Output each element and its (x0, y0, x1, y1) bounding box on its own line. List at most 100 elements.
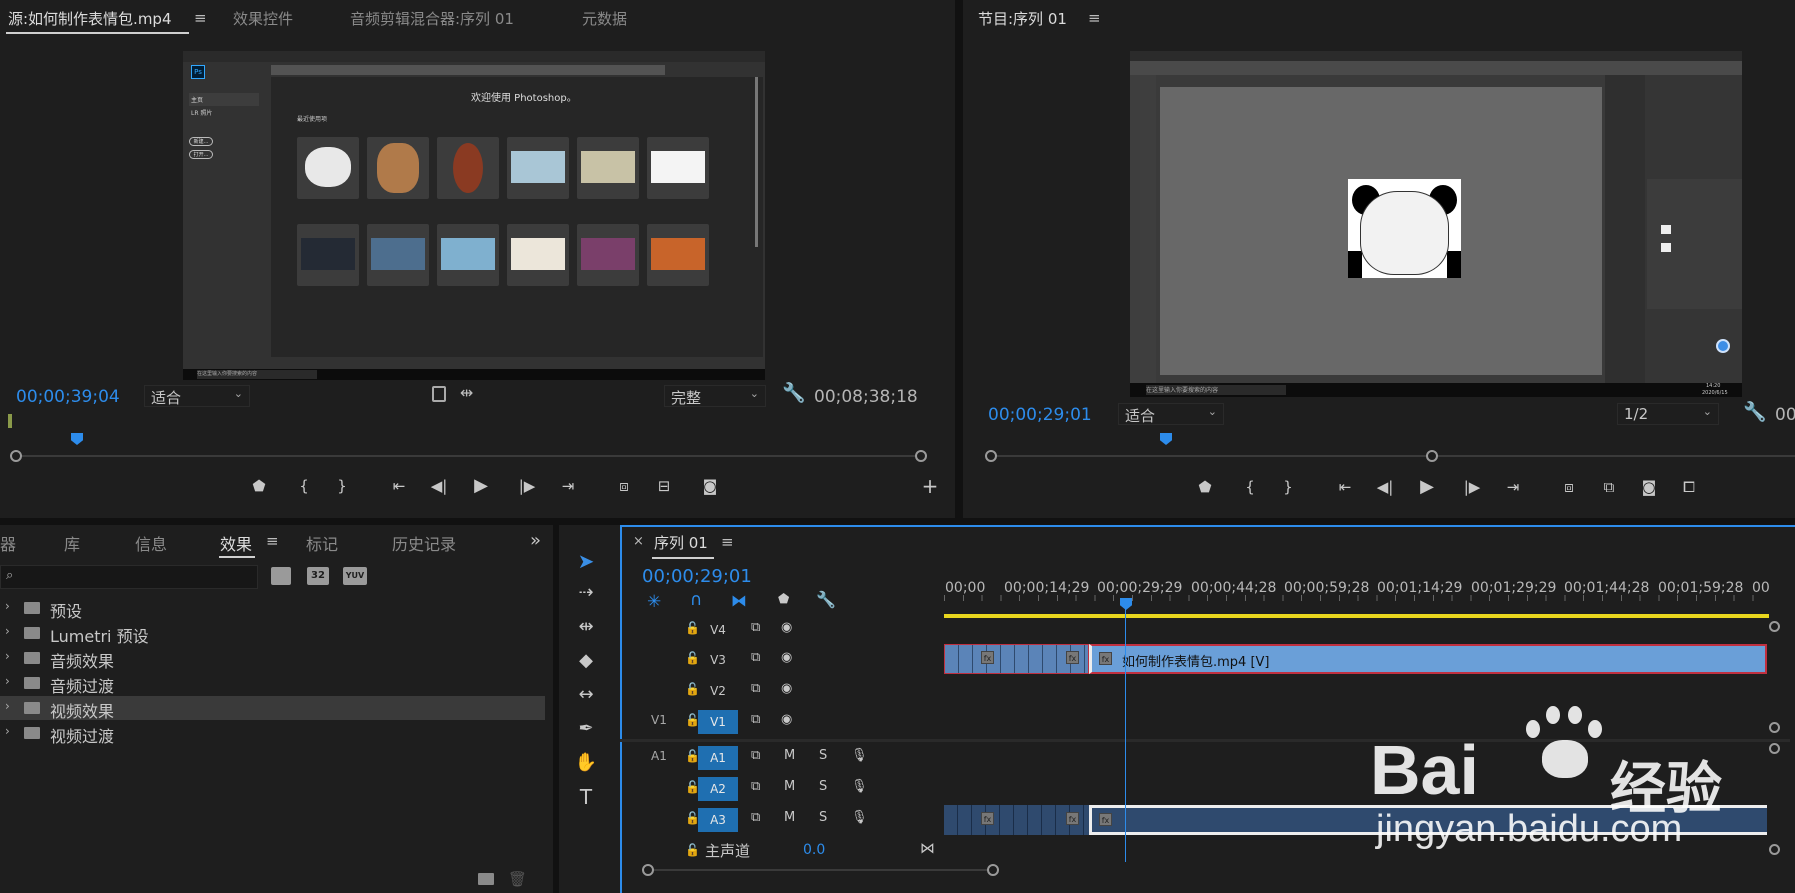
source-menu-icon[interactable]: ≡ (194, 9, 207, 27)
tab-markers[interactable]: 标记 (306, 531, 338, 555)
solo-button[interactable]: S (819, 810, 827, 825)
sync-lock-icon[interactable]: ⧉ (751, 748, 760, 763)
button-editor-plus-icon[interactable]: + (918, 476, 942, 496)
tab-source[interactable]: 源:如何制作表情包.mp4 (8, 8, 172, 29)
timeline-settings-wrench-icon[interactable]: 🔧 (816, 590, 836, 609)
export-frame-icon[interactable]: ◙ (1637, 477, 1661, 497)
source-zoom-handle-left[interactable] (10, 450, 22, 462)
chevron-right-icon[interactable]: › (5, 599, 10, 613)
sync-lock-icon[interactable]: ⧉ (751, 681, 760, 696)
add-marker-button[interactable]: ⬟ (247, 476, 271, 496)
ripple-edit-tool-icon[interactable]: ⇹ (573, 614, 599, 640)
track-a3[interactable]: 🔓 A3 ⧉ M S 🎙 (620, 805, 944, 835)
source-fit-dropdown[interactable]: 适合 ⌄ (144, 385, 250, 407)
track-label[interactable]: V1 (698, 710, 738, 734)
panel-divider[interactable] (955, 0, 963, 518)
track-a2[interactable]: 🔓 A2 ⧉ M S 🎙 (620, 774, 944, 804)
program-resolution-dropdown[interactable]: 1/2 ⌄ (1617, 403, 1719, 425)
mute-button[interactable]: M (784, 810, 795, 825)
sync-lock-icon[interactable]: ⧉ (751, 620, 760, 635)
delete-icon[interactable]: 🗑 (508, 870, 527, 888)
tab-partial[interactable]: 器 (0, 531, 16, 555)
step-back-button[interactable]: ◀| (427, 476, 451, 496)
chevron-right-icon[interactable]: › (5, 649, 10, 663)
tab-info[interactable]: 信息 (135, 531, 167, 555)
program-timecode[interactable]: 00;00;29;01 (988, 405, 1092, 425)
selection-tool-icon[interactable]: ➤ (573, 548, 599, 574)
drag-audio-only-icon[interactable]: ⇹ (460, 383, 473, 402)
insert-button[interactable]: ⧈ (612, 476, 636, 496)
go-to-in-button[interactable]: ⇤ (387, 476, 411, 496)
new-bin-icon[interactable] (478, 873, 494, 885)
track-v4[interactable]: 🔓 V4 ⧉ ◉ (620, 615, 944, 645)
overwrite-button[interactable]: ⊟ (652, 476, 676, 496)
eye-icon[interactable]: ◉ (781, 712, 792, 727)
effects-search-input[interactable]: ⌕ (0, 565, 258, 589)
tab-sequence[interactable]: 序列 01 (654, 532, 708, 553)
source-patch-a1[interactable]: A1 (651, 749, 667, 763)
track-label[interactable]: A2 (698, 777, 738, 801)
chevron-right-icon[interactable]: › (5, 624, 10, 638)
source-quality-dropdown[interactable]: 完整 ⌄ (664, 385, 766, 407)
program-menu-icon[interactable]: ≡ (1088, 9, 1101, 27)
mute-button[interactable]: M (784, 779, 795, 794)
track-label[interactable]: A1 (698, 746, 738, 770)
panel-overflow-icon[interactable]: » (530, 530, 541, 551)
work-area-bar[interactable] (944, 614, 1769, 618)
solo-button[interactable]: S (819, 748, 827, 763)
drag-video-only-icon[interactable] (432, 386, 446, 402)
comparison-view-icon[interactable]: ⧠ (1677, 477, 1701, 497)
microphone-icon[interactable]: 🎙 (851, 779, 868, 794)
folder-audio-transitions[interactable]: › 音频过渡 (0, 671, 545, 696)
folder-lumetri-presets[interactable]: › Lumetri 预设 (0, 621, 545, 646)
microphone-icon[interactable]: 🎙 (851, 810, 868, 825)
mark-out-button[interactable]: } (1276, 477, 1300, 497)
tab-history[interactable]: 历史记录 (392, 531, 456, 555)
eye-icon[interactable]: ◉ (781, 620, 792, 635)
slip-tool-icon[interactable]: ↔ (573, 682, 599, 708)
track-a1[interactable]: A1 🔓 A1 ⧉ M S 🎙 (620, 743, 944, 773)
sync-lock-icon[interactable]: ⧉ (751, 779, 760, 794)
source-playhead[interactable] (71, 433, 83, 445)
track-label[interactable]: V3 (698, 648, 738, 672)
track-v2[interactable]: 🔓 V2 ⧉ ◉ (620, 676, 944, 706)
tab-effect-controls[interactable]: 效果控件 (233, 8, 293, 29)
mark-out-button[interactable]: } (330, 476, 354, 496)
tab-program[interactable]: 节目:序列 01 (978, 8, 1067, 29)
folder-video-effects[interactable]: › 视频效果 (0, 696, 545, 721)
folder-video-transitions[interactable]: › 视频过渡 (0, 721, 545, 746)
go-to-end-icon[interactable]: ⋈ (920, 839, 935, 857)
source-zoom-handle-right[interactable] (915, 450, 927, 462)
play-button[interactable]: ▶ (469, 476, 493, 496)
settings-wrench-icon[interactable]: 🔧 (782, 381, 806, 404)
video-clip[interactable]: fx 如何制作表情包.mp4 [V] (1089, 644, 1767, 674)
type-tool-icon[interactable]: T (573, 784, 599, 810)
pen-tool-icon[interactable]: ✒ (573, 716, 599, 742)
program-playhead[interactable] (1160, 433, 1172, 445)
timeline-timecode[interactable]: 00;00;29;01 (642, 566, 752, 587)
chevron-right-icon[interactable]: › (5, 674, 10, 688)
source-patch-v1[interactable]: V1 (651, 713, 667, 727)
video-scroll-handle[interactable] (1769, 621, 1780, 632)
add-marker-icon[interactable]: ⬟ (778, 592, 789, 607)
timeline-zoom-bar[interactable] (648, 869, 993, 871)
microphone-icon[interactable]: 🎙 (851, 748, 868, 763)
sync-lock-icon[interactable]: ⧉ (751, 650, 760, 665)
tab-audio-clip-mixer[interactable]: 音频剪辑混合器:序列 01 (350, 8, 514, 29)
track-v3[interactable]: 🔓 V3 ⧉ ◉ (620, 645, 944, 675)
settings-wrench-icon[interactable]: 🔧 (1743, 400, 1767, 423)
step-forward-button[interactable]: |▶ (1460, 477, 1484, 497)
export-frame-icon[interactable]: ◙ (698, 476, 722, 496)
eye-icon[interactable]: ◉ (781, 681, 792, 696)
effects-menu-icon[interactable]: ≡ (266, 532, 279, 550)
nest-sequence-icon[interactable]: ✳ (647, 592, 661, 612)
extract-button[interactable]: ⧉ (1597, 477, 1621, 497)
folder-presets[interactable]: › 预设 (0, 596, 545, 621)
sync-lock-icon[interactable]: ⧉ (751, 810, 760, 825)
folder-audio-effects[interactable]: › 音频效果 (0, 646, 545, 671)
source-timecode[interactable]: 00;00;39;04 (16, 387, 120, 407)
32bit-effects-icon[interactable]: 32 (307, 567, 329, 585)
close-tab-icon[interactable]: × (633, 534, 644, 549)
mark-in-button[interactable]: { (292, 476, 316, 496)
program-zoom-handle-right[interactable] (1426, 450, 1438, 462)
